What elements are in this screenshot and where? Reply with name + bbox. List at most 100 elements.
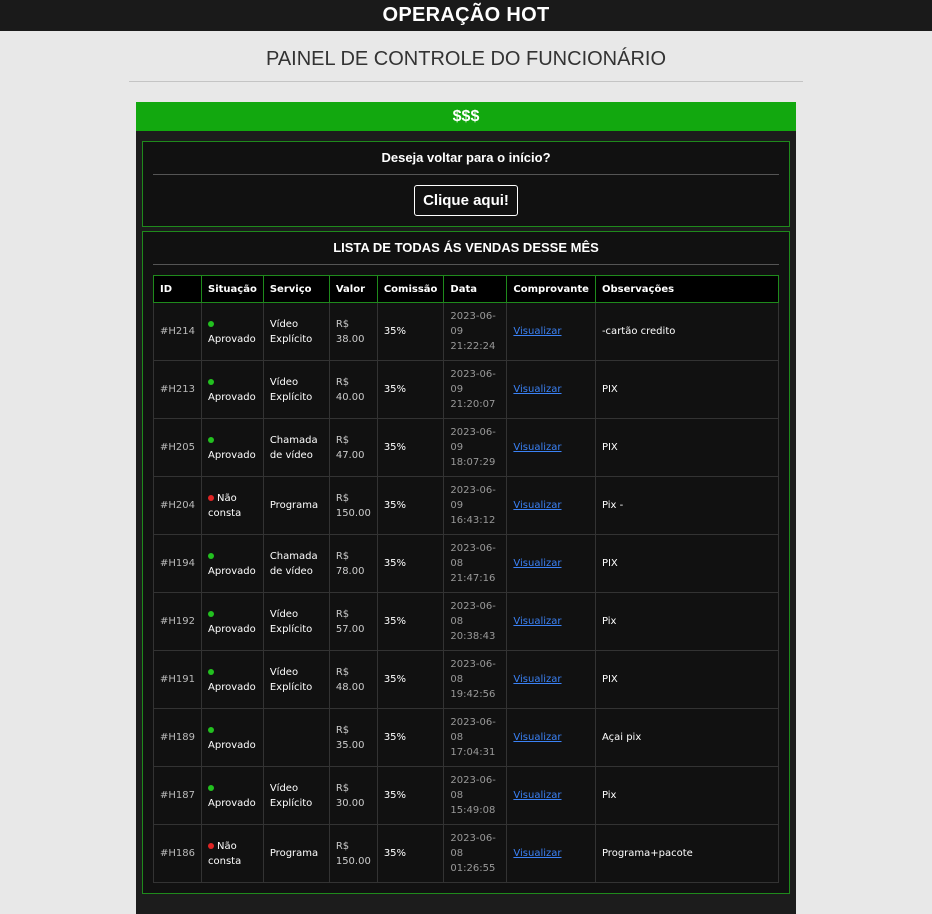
sale-status-label: Aprovado [208, 797, 256, 809]
table-row: #H194 Aprovado Chamada de vídeo R$ 78.00 35%… [153, 534, 780, 593]
sale-id: #H191 [153, 650, 202, 709]
sale-service: Vídeo Explícito [262, 766, 330, 825]
sale-service: Vídeo Explícito [262, 302, 330, 361]
sale-value: R$ 57.00 [328, 592, 378, 651]
sale-receipt-cell: Visualizar [506, 476, 596, 535]
sale-date: 2023-06-09 16:43:12 [443, 476, 508, 535]
sale-notes: -cartão credito [594, 302, 780, 361]
sale-status: Aprovado [201, 360, 264, 419]
column-header-service: Serviço [262, 275, 330, 303]
sale-notes: PIX [594, 650, 780, 709]
column-header-status: Situação [201, 275, 264, 303]
column-header-receipt: Comprovante [506, 275, 596, 303]
sale-service: Programa [262, 476, 330, 535]
back-box: Deseja voltar para o início? Clique aqui… [142, 141, 790, 227]
view-receipt-link[interactable]: Visualizar [513, 790, 561, 801]
sale-status: Aprovado [201, 534, 264, 593]
sale-date: 2023-06-09 21:22:24 [443, 302, 508, 361]
status-dot-icon [208, 378, 214, 385]
sale-status: Aprovado [201, 418, 264, 477]
view-receipt-link[interactable]: Visualizar [513, 500, 561, 511]
column-header-commission: Comissão [376, 275, 445, 303]
sale-commission: 35% [376, 476, 445, 535]
status-dot-icon [208, 320, 214, 327]
sale-id: #H194 [153, 534, 202, 593]
sale-status: Aprovado [201, 708, 264, 767]
sales-list-title: LISTA DE TODAS ÁS VENDAS DESSE MÊS [333, 240, 599, 255]
sale-value: R$ 35.00 [328, 708, 378, 767]
sale-commission: 35% [376, 708, 445, 767]
sale-date: 2023-06-09 21:20:07 [443, 360, 508, 419]
table-row: #H186 Não consta Programa R$ 150.00 35% 2023-… [153, 824, 780, 883]
table-row: #H214 Aprovado Vídeo Explícito R$ 38.00 35% 2… [153, 302, 780, 361]
sale-value: R$ 47.00 [328, 418, 378, 477]
sale-commission: 35% [376, 302, 445, 361]
sale-service: Chamada de vídeo [262, 418, 330, 477]
sale-value: R$ 48.00 [328, 650, 378, 709]
sale-notes: PIX [594, 418, 780, 477]
title-divider [129, 81, 803, 82]
table-row: #H204 Não consta Programa R$ 150.00 35% 2023-… [153, 476, 780, 535]
back-box-divider [153, 174, 779, 175]
sale-status-label: Aprovado [208, 333, 256, 345]
sale-status-label: Aprovado [208, 391, 256, 403]
sale-value: R$ 78.00 [328, 534, 378, 593]
sale-id: #H214 [153, 302, 202, 361]
sale-service: Vídeo Explícito [262, 360, 330, 419]
sale-date: 2023-06-08 01:26:55 [443, 824, 508, 883]
sale-date: 2023-06-09 18:07:29 [443, 418, 508, 477]
sale-receipt-cell: Visualizar [506, 592, 596, 651]
column-header-value: Valor [328, 275, 378, 303]
panel-header: $$$ [136, 102, 796, 131]
column-header-date: Data [443, 275, 508, 303]
sale-receipt-cell: Visualizar [506, 650, 596, 709]
app-title: OPERAÇÃO HOT [382, 4, 550, 26]
view-receipt-link[interactable]: Visualizar [513, 848, 561, 859]
sale-date: 2023-06-08 20:38:43 [443, 592, 508, 651]
sale-status: Aprovado [201, 650, 264, 709]
employee-panel: $$$ Deseja voltar para o início? Clique … [136, 102, 796, 914]
sale-service: Vídeo Explícito [262, 592, 330, 651]
view-receipt-link[interactable]: Visualizar [513, 384, 561, 395]
sale-date: 2023-06-08 15:49:08 [443, 766, 508, 825]
view-receipt-link[interactable]: Visualizar [513, 674, 561, 685]
sale-receipt-cell: Visualizar [506, 418, 596, 477]
sale-date: 2023-06-08 19:42:56 [443, 650, 508, 709]
view-receipt-link[interactable]: Visualizar [513, 616, 561, 627]
status-dot-icon [208, 726, 214, 733]
view-receipt-link[interactable]: Visualizar [513, 442, 561, 453]
sale-commission: 35% [376, 534, 445, 593]
view-receipt-link[interactable]: Visualizar [513, 326, 561, 337]
sale-status: Aprovado [201, 592, 264, 651]
sale-status: Não consta [201, 824, 264, 883]
sale-id: #H213 [153, 360, 202, 419]
sales-table: ID Situação Serviço Valor Comissão Data … [153, 275, 780, 883]
sale-status-label: Aprovado [208, 623, 256, 635]
sale-service: Programa [262, 824, 330, 883]
sale-value: R$ 30.00 [328, 766, 378, 825]
sale-status-label: Aprovado [208, 681, 256, 693]
sale-notes: Pix [594, 592, 780, 651]
status-dot-icon [208, 436, 214, 443]
view-receipt-link[interactable]: Visualizar [513, 558, 561, 569]
sale-service [262, 708, 330, 767]
sale-id: #H204 [153, 476, 202, 535]
sale-receipt-cell: Visualizar [506, 824, 596, 883]
sale-status: Não consta [201, 476, 264, 535]
app-title-bar: OPERAÇÃO HOT [0, 0, 932, 31]
sale-commission: 35% [376, 650, 445, 709]
sale-id: #H192 [153, 592, 202, 651]
sales-box-divider [153, 264, 779, 265]
sale-date: 2023-06-08 17:04:31 [443, 708, 508, 767]
status-dot-icon [208, 494, 214, 501]
sale-notes: PIX [594, 360, 780, 419]
sale-id: #H205 [153, 418, 202, 477]
sale-commission: 35% [376, 418, 445, 477]
view-receipt-link[interactable]: Visualizar [513, 732, 561, 743]
table-row: #H189 Aprovado R$ 35.00 35% 2023-06-08 17:04… [153, 708, 780, 767]
status-dot-icon [208, 842, 214, 849]
sale-value: R$ 40.00 [328, 360, 378, 419]
back-home-button[interactable]: Clique aqui! [414, 185, 518, 216]
sale-commission: 35% [376, 592, 445, 651]
sale-id: #H186 [153, 824, 202, 883]
